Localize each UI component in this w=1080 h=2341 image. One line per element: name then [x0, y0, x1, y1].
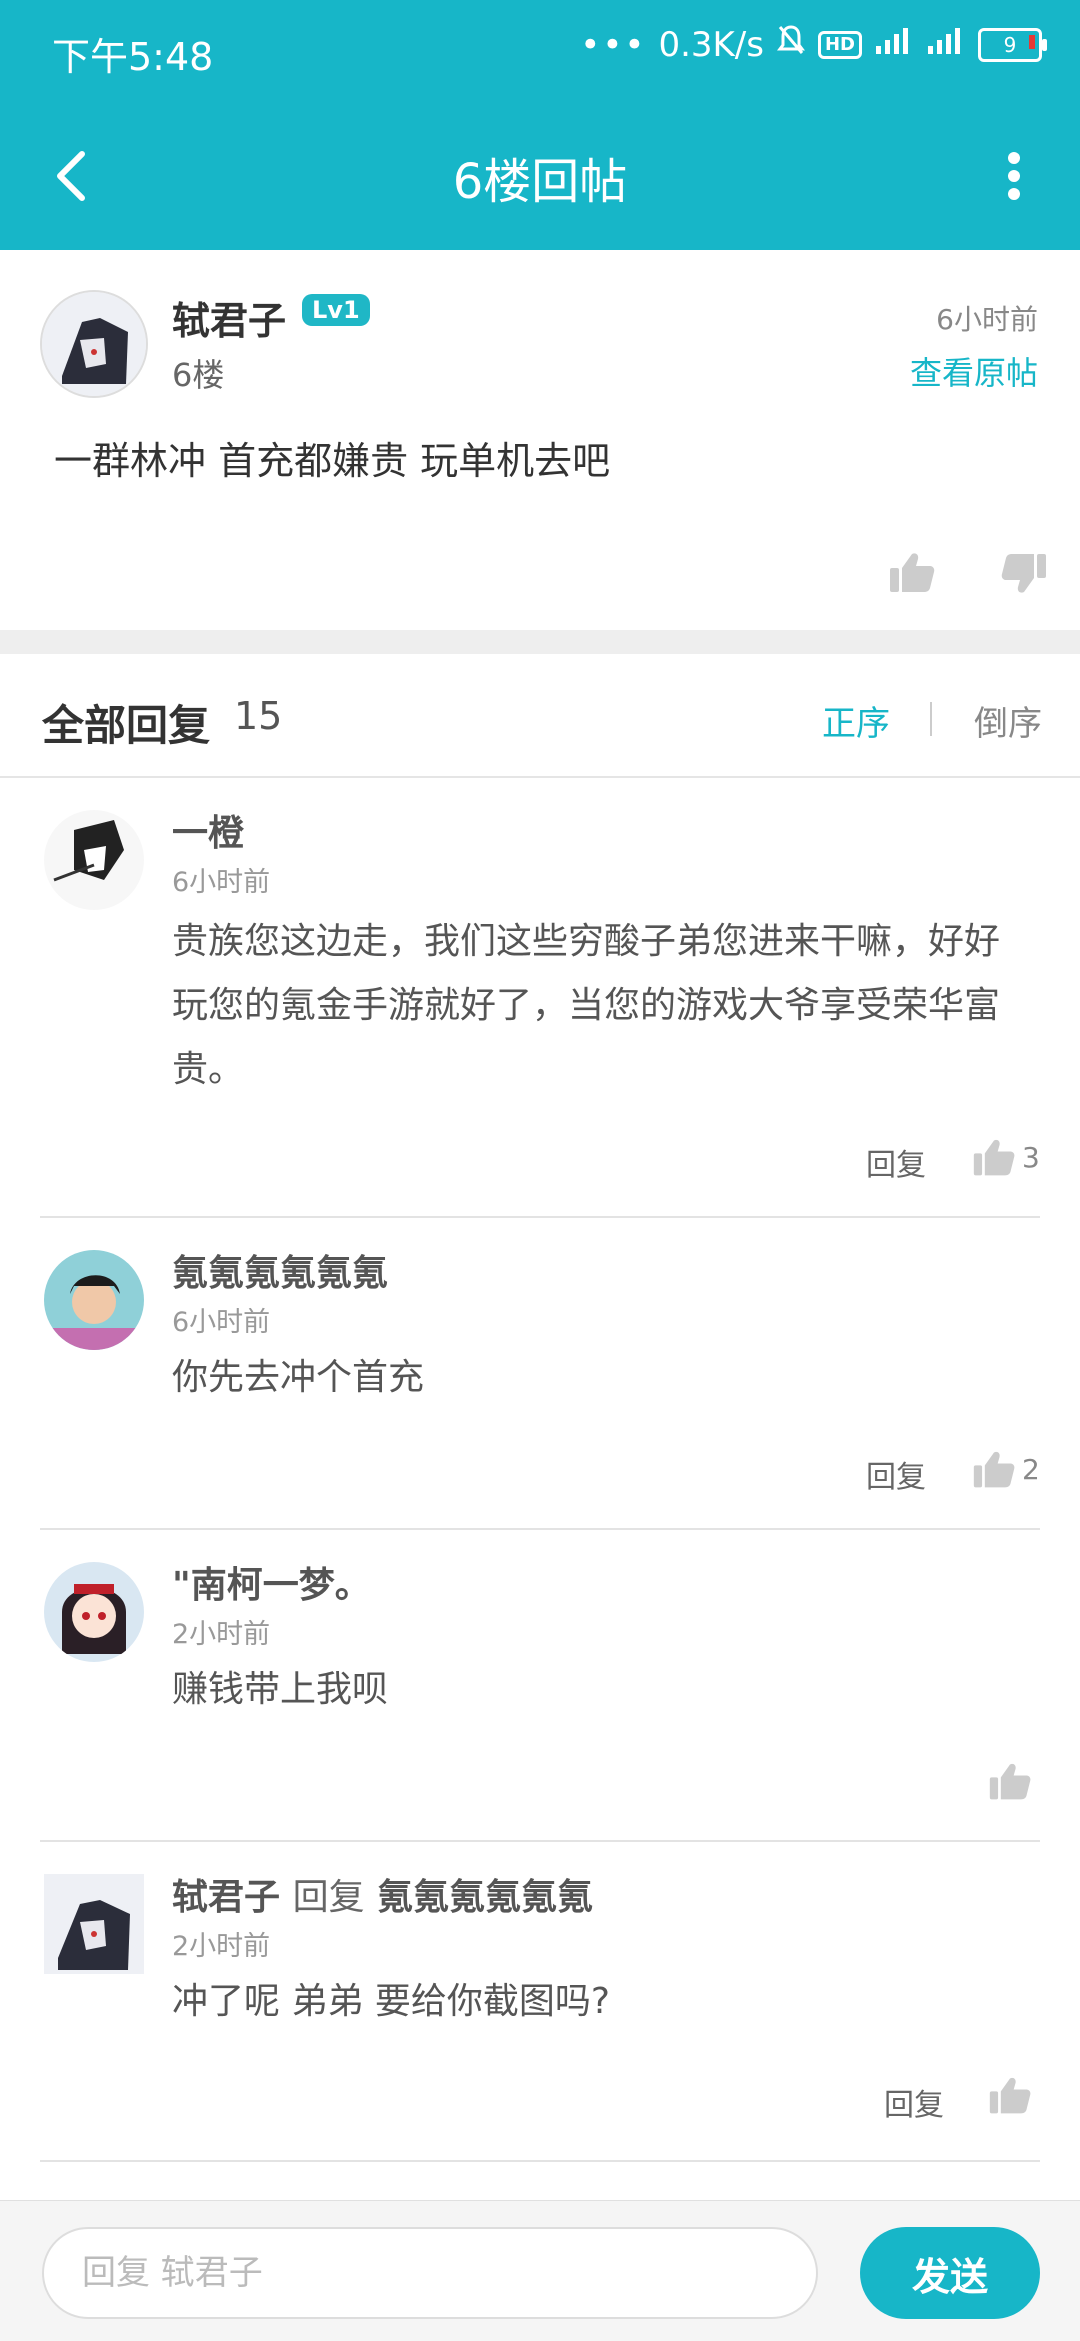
like-button[interactable]: 3: [972, 1136, 1040, 1178]
status-time: 下午5:48: [52, 35, 214, 79]
thumbs-down-icon: [1001, 554, 1046, 593]
like-button[interactable]: 2: [972, 1448, 1040, 1490]
row-divider: [40, 1840, 1040, 1842]
net-speed: 0.3K/s: [658, 24, 764, 65]
more-dots-icon: •••: [580, 24, 647, 65]
reply-author-line: 轼君子 回复 氪氪氪氪氪氪: [172, 1868, 593, 1920]
reply-target[interactable]: 氪氪氪氪氪氪: [377, 1877, 593, 1918]
reply-time: 6小时前: [172, 1307, 271, 1338]
reply-item: 氪氪氪氪氪氪 6小时前 你先去冲个首充 回复 2: [0, 1220, 1080, 1532]
view-original-link[interactable]: 查看原帖: [910, 348, 1038, 394]
reply-author[interactable]: 轼君子: [172, 1877, 280, 1918]
thumbs-up-icon: [989, 2077, 1031, 2114]
reply-item: "南柯一梦。 2小时前 赚钱带上我呗: [0, 1532, 1080, 1844]
signal-icon: [874, 25, 914, 65]
avatar-image-icon: [42, 292, 146, 396]
avatar[interactable]: [44, 1874, 144, 1974]
reply-bar: 发送: [0, 2200, 1080, 2341]
post-time: 6小时前: [936, 303, 1038, 336]
reply-to-word: 回复: [292, 1877, 365, 1918]
reply-button[interactable]: 回复: [866, 1140, 926, 1184]
reply-item: 一橙 6小时前 贵族您这边走，我们这些穷酸子弟您进来干嘛，好好玩您的氪金手游就好…: [0, 780, 1080, 1220]
reply-input[interactable]: [42, 2227, 818, 2319]
reply-button[interactable]: 回复: [884, 2080, 944, 2124]
hd-icon: HD: [817, 30, 862, 59]
like-count: 2: [1022, 1452, 1040, 1486]
avatar-image-icon: [44, 1874, 144, 1974]
reply-text: 你先去冲个首充: [172, 1357, 425, 1398]
post-author[interactable]: 轼君子: [172, 290, 286, 345]
like-button[interactable]: [988, 2074, 1032, 2116]
floor-number: 6楼: [172, 356, 225, 394]
like-button[interactable]: [988, 1760, 1032, 1802]
battery-level: 9: [1003, 32, 1017, 57]
like-button[interactable]: [888, 550, 936, 598]
row-divider: [40, 2160, 1040, 2162]
row-divider: [40, 1216, 1040, 1218]
dislike-button[interactable]: [1000, 552, 1048, 600]
thumbs-up-icon: [989, 1763, 1031, 1800]
reply-button[interactable]: 回复: [866, 1452, 926, 1496]
reply-time: 2小时前: [172, 1931, 271, 1962]
more-options-button[interactable]: [978, 140, 1050, 212]
reply-author[interactable]: 一橙: [172, 804, 244, 856]
signal-icon-2: [926, 25, 966, 65]
reply-text: 贵族您这边走，我们这些穷酸子弟您进来干嘛，好好玩您的氪金手游就好了，当您的游戏大…: [172, 921, 1001, 1090]
thumbs-up-icon: [890, 553, 935, 592]
reply-item: 轼君子 回复 氪氪氪氪氪氪 2小时前 冲了呢 弟弟 要给你截图吗? 回复: [0, 1844, 1080, 2164]
post-content: 一群林冲 首充都嫌贵 玩单机去吧: [54, 439, 611, 483]
sort-ascending-tab[interactable]: 正序: [822, 696, 890, 745]
level-badge: Lv1: [302, 294, 370, 326]
avatar-image-icon: [44, 1562, 144, 1662]
reply-text: 冲了呢 弟弟 要给你截图吗?: [172, 1981, 610, 2022]
battery-icon: 9: [978, 27, 1047, 62]
like-count: 3: [1022, 1140, 1040, 1174]
send-button[interactable]: 发送: [860, 2227, 1040, 2319]
avatar[interactable]: [44, 1562, 144, 1662]
more-vert-icon: [1008, 152, 1020, 200]
page-title: 6楼回帖: [452, 154, 628, 210]
reply-time: 2小时前: [172, 1619, 271, 1650]
reply-author[interactable]: 氪氪氪氪氪氪: [172, 1244, 388, 1296]
row-divider: [40, 1528, 1040, 1530]
reply-text: 赚钱带上我呗: [172, 1669, 389, 1710]
replies-header: 全部回复 15 正序 倒序: [0, 654, 1080, 778]
avatar-image-icon: [44, 1250, 144, 1350]
avatar[interactable]: [44, 1250, 144, 1350]
avatar[interactable]: [40, 290, 148, 398]
thumbs-up-icon: [973, 1139, 1015, 1176]
replies-title: 全部回复: [42, 701, 211, 750]
sort-separator: [930, 702, 932, 736]
status-bar: 下午5:48 ••• 0.3K/s HD 9: [0, 0, 1080, 100]
section-divider: [0, 630, 1080, 654]
reply-time: 6小时前: [172, 867, 271, 898]
status-icons: ••• 0.3K/s HD 9: [580, 24, 1047, 65]
replies-count: 15: [234, 694, 283, 738]
sort-descending-tab[interactable]: 倒序: [974, 696, 1042, 745]
avatar[interactable]: [44, 810, 144, 910]
mute-bell-icon: [776, 24, 806, 65]
thumbs-up-icon: [973, 1451, 1015, 1488]
app-bar: 6楼回帖: [0, 100, 1080, 250]
floor-post: 轼君子 Lv1 6楼 6小时前 查看原帖 一群林冲 首充都嫌贵 玩单机去吧: [0, 250, 1080, 630]
reply-author[interactable]: "南柯一梦。: [172, 1556, 371, 1608]
avatar-image-icon: [44, 810, 144, 910]
